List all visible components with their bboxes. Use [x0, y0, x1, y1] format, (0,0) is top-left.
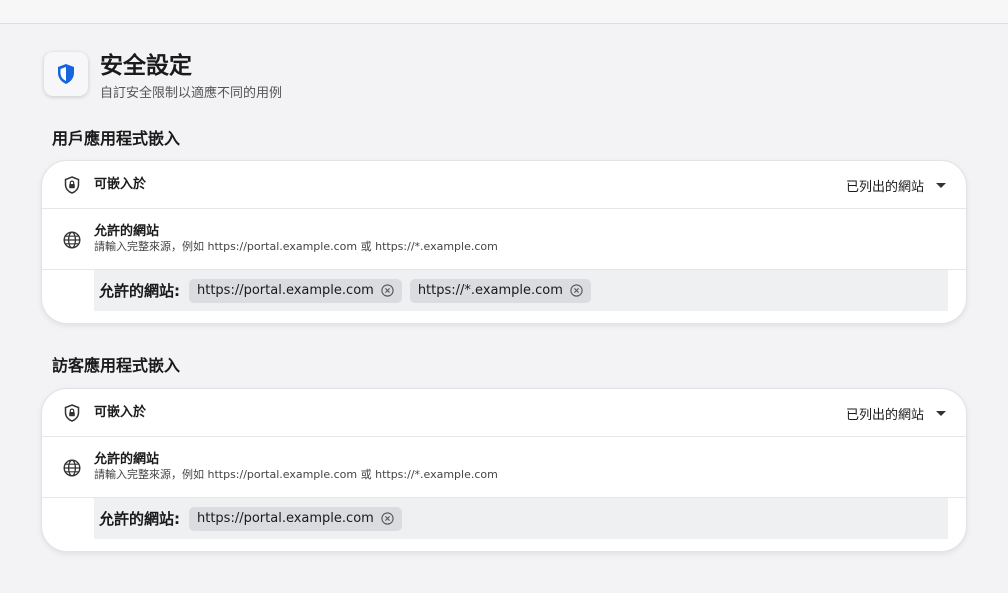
allowed-sites-input[interactable]: 允許的網站: https://portal.example.com — [94, 498, 948, 539]
globe-icon — [63, 231, 81, 249]
sites-input-label: 允許的網站: — [99, 282, 180, 300]
close-circle-icon[interactable] — [381, 512, 394, 525]
guest-embed-card: 可嵌入於 已列出的網站 允許的網站 請輸入完整來源，例如 https://por… — [41, 388, 967, 552]
allowed-sites-hint: 請輸入完整來源，例如 https://portal.example.com 或 … — [94, 240, 498, 253]
site-chip-label: https://portal.example.com — [197, 283, 374, 298]
user-embed-card: 可嵌入於 已列出的網站 允許的網站 請輸入完整來源，例如 https://por… — [41, 160, 967, 324]
embed-scope-dropdown[interactable]: 已列出的網站 — [846, 173, 946, 197]
page-subtitle: 自訂安全限制以適應不同的用例 — [100, 86, 283, 101]
page-header: 安全設定 自訂安全限制以適應不同的用例 — [44, 52, 282, 103]
allowed-sites-title: 允許的網站 — [94, 452, 160, 467]
site-chip: https://portal.example.com — [189, 506, 402, 531]
caret-down-icon — [936, 182, 946, 188]
section-title-user-embed: 用戶應用程式嵌入 — [52, 129, 181, 148]
allowed-sites-title: 允許的網站 — [94, 224, 160, 239]
globe-icon — [63, 459, 81, 477]
shield-lock-icon — [64, 176, 80, 194]
top-bar — [0, 0, 1008, 24]
sites-input-label: 允許的網站: — [99, 510, 180, 528]
shield-lock-icon — [64, 404, 80, 422]
embed-scope-dropdown[interactable]: 已列出的網站 — [846, 401, 946, 425]
allowed-sites-row: 允許的網站 請輸入完整來源，例如 https://portal.example.… — [42, 209, 966, 270]
caret-down-icon — [936, 410, 946, 416]
embed-scope-value: 已列出的網站 — [845, 407, 924, 423]
shield-check-icon — [58, 64, 74, 84]
page-title: 安全設定 — [100, 53, 192, 79]
site-chip: https://portal.example.com — [189, 278, 402, 303]
embed-setting-row: 可嵌入於 已列出的網站 — [42, 161, 966, 209]
embed-label: 可嵌入於 — [94, 405, 147, 420]
site-chip: https://*.example.com — [409, 278, 591, 303]
close-circle-icon[interactable] — [570, 284, 583, 297]
section-title-guest-embed: 訪客應用程式嵌入 — [52, 356, 181, 375]
allowed-sites-row: 允許的網站 請輸入完整來源，例如 https://portal.example.… — [42, 437, 966, 498]
embed-scope-value: 已列出的網站 — [845, 179, 924, 195]
site-chip-label: https://*.example.com — [417, 283, 563, 298]
security-badge — [44, 52, 88, 96]
close-circle-icon[interactable] — [381, 284, 394, 297]
site-chip-label: https://portal.example.com — [197, 511, 374, 526]
allowed-sites-hint: 請輸入完整來源，例如 https://portal.example.com 或 … — [94, 468, 498, 481]
embed-setting-row: 可嵌入於 已列出的網站 — [42, 389, 966, 437]
allowed-sites-input[interactable]: 允許的網站: https://portal.example.com https:… — [94, 270, 948, 311]
embed-label: 可嵌入於 — [94, 177, 147, 192]
